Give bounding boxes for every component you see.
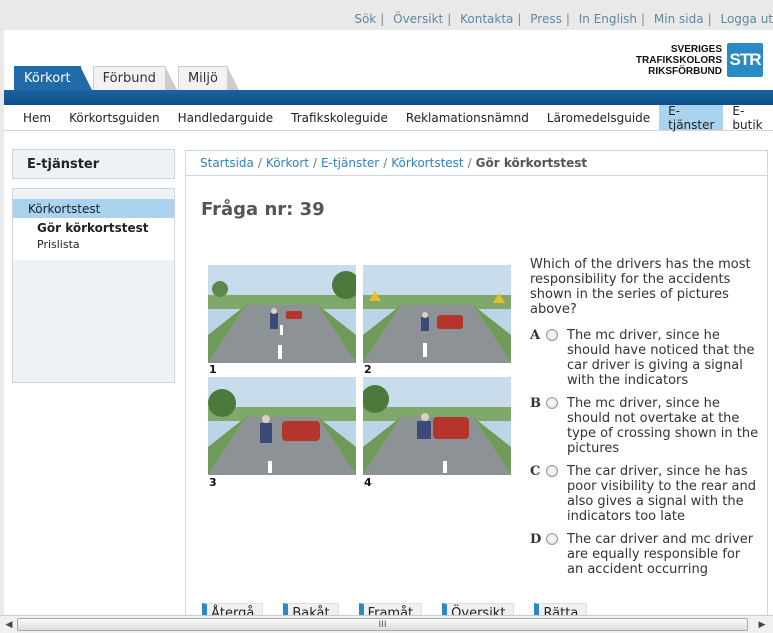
answer-text: The mc driver, since he should have noti… <box>567 328 755 388</box>
logo-badge: STR <box>727 43 763 77</box>
breadcrumb-separator: / <box>257 156 262 170</box>
logo-line-1: SVERIGES <box>670 43 722 55</box>
top-link-my-page[interactable]: Min sida <box>654 12 704 26</box>
nav-hem[interactable]: Hem <box>14 105 60 130</box>
separator: | <box>641 12 646 26</box>
separator: | <box>380 12 385 26</box>
answer-text: The car driver, since he has poor visibi… <box>567 464 756 524</box>
main-content: Startsida / Körkort / E-tjänster / Körkorts… <box>185 150 768 624</box>
breadcrumb-separator: / <box>467 156 472 170</box>
answer-d-radio[interactable] <box>546 533 558 545</box>
logo-line-2: TRAFIKSKOLORS <box>635 54 722 66</box>
question-title: Fråga nr: 39 <box>201 199 325 220</box>
picture-number-2: 2 <box>364 363 372 376</box>
main-nav: Hem Körkortsguiden Handledarguide Trafik… <box>4 104 773 132</box>
separator: | <box>565 12 570 26</box>
answer-letter: B <box>530 396 541 411</box>
question-text: Which of the drivers has the most respon… <box>530 257 751 317</box>
picture-3 <box>208 377 356 475</box>
answer-text: The car driver and mc driver are equally… <box>567 532 754 577</box>
nav-korkortsguiden[interactable]: Körkortsguiden <box>60 105 168 130</box>
tab-miljo[interactable]: Miljö <box>177 66 239 90</box>
top-link-search[interactable]: Sök <box>354 12 376 26</box>
picture-2 <box>363 265 511 363</box>
sidebar-title: E-tjänster <box>12 149 175 179</box>
answer-letter: D <box>530 532 542 547</box>
picture-number-3: 3 <box>209 476 217 489</box>
separator: | <box>707 12 712 26</box>
top-link-contact[interactable]: Kontakta <box>460 12 513 26</box>
page: SVERIGES TRAFIKSKOLORS RIKSFÖRBUND STR K… <box>4 30 773 624</box>
top-link-logout[interactable]: Logga ut <box>720 12 773 26</box>
top-links: Sök | Översikt | Kontakta | Press | In Engli… <box>354 12 773 28</box>
picture-number-1: 1 <box>209 363 217 376</box>
scrollbar-thumb[interactable]: III <box>17 618 748 631</box>
horizontal-scrollbar[interactable]: ◀ III ▶ <box>0 615 773 633</box>
breadcrumb-startsida[interactable]: Startsida <box>200 156 254 170</box>
scroll-right-arrow-icon[interactable]: ▶ <box>755 618 769 632</box>
answer-c-radio[interactable] <box>546 465 558 477</box>
nav-handledarguide[interactable]: Handledarguide <box>169 105 283 130</box>
breadcrumb-separator: / <box>312 156 318 170</box>
sidebar-menu: Körkortstest Gör körkortstest Prislista <box>12 188 175 383</box>
sidebar-item-gor-korkortstest[interactable]: Gör körkortstest <box>13 218 174 235</box>
breadcrumb-e-tjanster[interactable]: E-tjänster <box>321 156 379 170</box>
nav-trafikskoleguide[interactable]: Trafikskoleguide <box>282 105 397 130</box>
logo-line-3: RIKSFÖRBUND <box>648 65 722 77</box>
breadcrumb: Startsida / Körkort / E-tjänster / Körkorts… <box>186 151 767 176</box>
tab-forbund[interactable]: Förbund <box>92 66 178 90</box>
tab-korkort[interactable]: Körkort <box>14 66 92 90</box>
scroll-left-arrow-icon[interactable]: ◀ <box>2 618 16 632</box>
separator: | <box>517 12 522 26</box>
answer-a-radio[interactable] <box>546 329 558 341</box>
header-bar <box>4 90 773 105</box>
logo-text: SVERIGES TRAFIKSKOLORS RIKSFÖRBUND <box>636 44 722 77</box>
str-logo[interactable]: SVERIGES TRAFIKSKOLORS RIKSFÖRBUND STR <box>636 42 763 78</box>
answer-b-radio[interactable] <box>546 397 558 409</box>
nav-e-butik[interactable]: E-butik <box>723 104 773 132</box>
question-pictures: 1 2 3 4 <box>208 265 511 491</box>
answer-letter: A <box>530 328 541 343</box>
top-link-press[interactable]: Press <box>530 12 562 26</box>
picture-number-4: 4 <box>364 476 372 489</box>
top-link-overview[interactable]: Översikt <box>393 12 443 26</box>
sidebar-item-korkortstest[interactable]: Körkortstest <box>13 199 174 218</box>
nav-reklamationsnamnd[interactable]: Reklamationsnämnd <box>397 105 538 130</box>
scrollbar-grip: III <box>378 619 387 630</box>
breadcrumb-korkortstest[interactable]: Körkortstest <box>391 156 463 170</box>
answer-option-d[interactable]: D The car driver and mc driver are equal… <box>530 532 760 577</box>
breadcrumb-current: Gör körkortstest <box>475 156 588 170</box>
section-tabs: Körkort Förbund Miljö <box>14 66 239 90</box>
answer-option-c[interactable]: C The car driver, since he has poor visi… <box>530 464 760 524</box>
answer-option-b[interactable]: B The mc driver, since he should not ove… <box>530 396 760 456</box>
nav-laromedelsguide[interactable]: Läromedelsguide <box>538 105 659 130</box>
picture-1 <box>208 265 356 363</box>
top-link-english[interactable]: In English <box>579 12 637 26</box>
separator: | <box>447 12 452 26</box>
breadcrumb-korkort[interactable]: Körkort <box>266 156 309 170</box>
sidebar-list: Körkortstest Gör körkortstest Prislista <box>13 199 174 260</box>
answer-text: The mc driver, since he should not overt… <box>567 396 759 456</box>
answer-letter: C <box>530 464 541 479</box>
nav-e-tjanster[interactable]: E-tjänster <box>659 104 724 132</box>
picture-4 <box>363 377 511 475</box>
breadcrumb-separator: / <box>383 156 388 170</box>
answer-option-a[interactable]: A The mc driver, since he should have no… <box>530 328 760 388</box>
sidebar-item-prislista[interactable]: Prislista <box>13 235 174 251</box>
